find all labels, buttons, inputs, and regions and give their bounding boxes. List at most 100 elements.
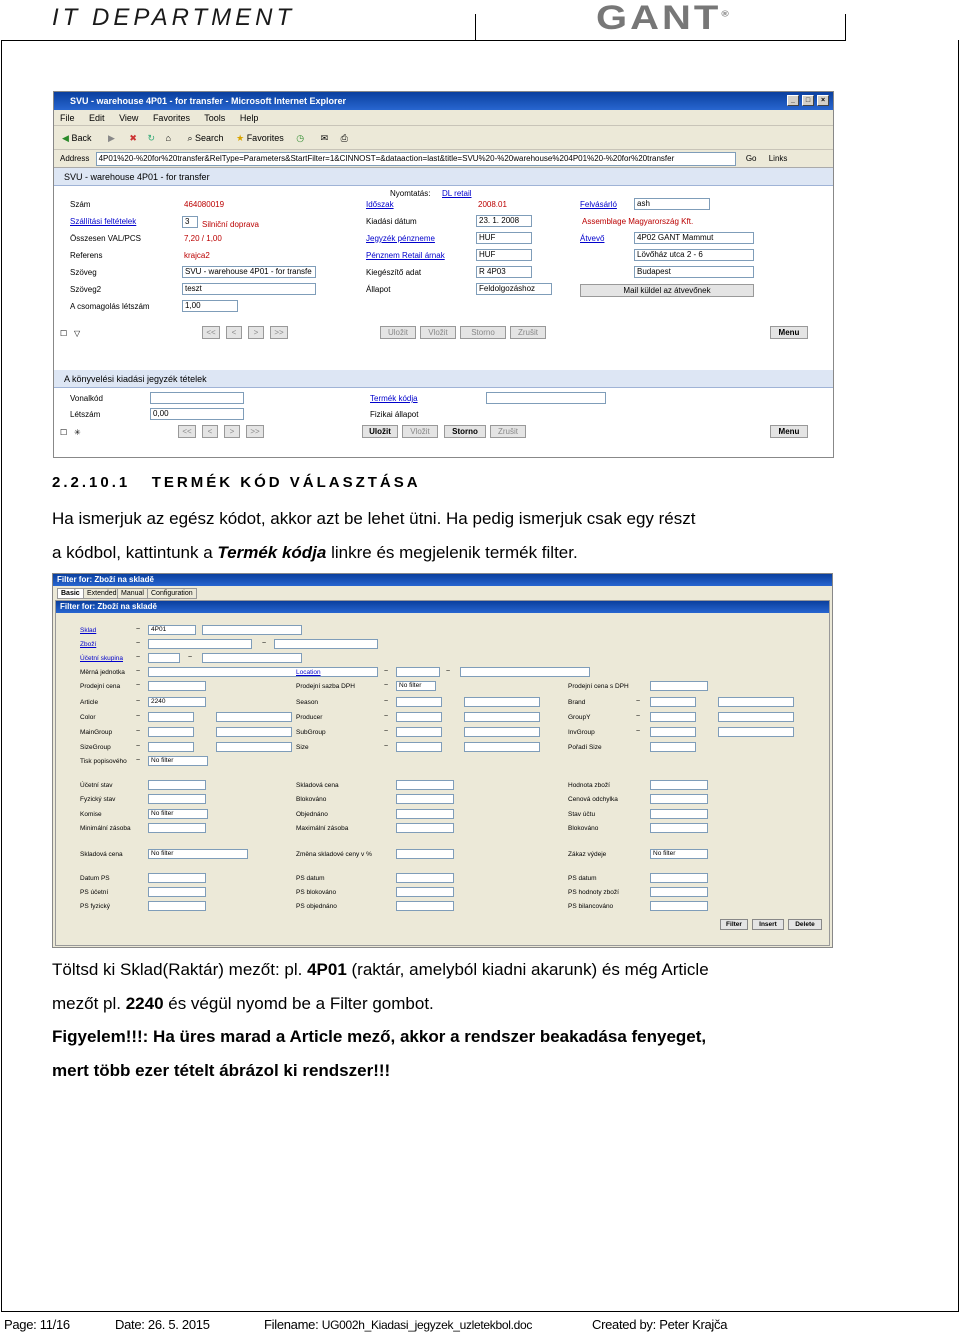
field-sklad[interactable]: 4P01 [148, 625, 196, 635]
field-objednano[interactable] [396, 809, 454, 819]
field-ps-datum[interactable] [396, 873, 454, 883]
nav-prev-button[interactable]: < [226, 326, 242, 339]
select-tisk[interactable]: No filter [148, 756, 208, 766]
link-idoszak[interactable]: Időszak [366, 200, 394, 209]
nav-first-button[interactable]: << [202, 326, 220, 339]
tab-extended[interactable]: Extended [83, 588, 121, 599]
field-cenova-odchylka[interactable] [650, 794, 708, 804]
field-blokovano-2[interactable] [650, 823, 708, 833]
save-button-2[interactable]: Uložit [362, 425, 398, 438]
field-skladova-cena-2[interactable] [396, 780, 454, 790]
field-allapot-select[interactable]: Feldolgozáshoz [476, 283, 552, 295]
address-input[interactable]: 4P01%20-%20for%20transfer&RelType=Parame… [95, 151, 736, 166]
field-producer-2[interactable] [464, 712, 540, 722]
filter-icon[interactable]: ▽ [74, 329, 80, 338]
field-felvasarlo[interactable]: ash [634, 198, 710, 210]
menu-button-2[interactable]: Menu [770, 425, 808, 438]
close-button[interactable]: × [817, 95, 829, 106]
home-icon[interactable]: ⌂ [166, 133, 171, 143]
checkbox-icon[interactable]: ☐ [60, 329, 67, 338]
field-ps-hodnoty[interactable] [650, 887, 708, 897]
stop-icon[interactable]: ✖ [129, 133, 137, 143]
field-atvevo-street[interactable]: Lövőház utca 2 - 6 [634, 249, 754, 261]
checkbox-icon-2[interactable]: ☐ [60, 428, 67, 437]
field-sklad-name[interactable] [202, 625, 302, 635]
field-ps-blokovano[interactable] [396, 887, 454, 897]
field-maingroup[interactable] [148, 727, 194, 737]
field-zbozi-2[interactable] [274, 639, 378, 649]
field-merna[interactable] [148, 667, 378, 677]
new-item-icon[interactable]: ✳ [74, 428, 81, 437]
field-size[interactable] [396, 742, 442, 752]
field-stav-uctu[interactable] [650, 809, 708, 819]
link-penznem-retail[interactable]: Pénznem Retail árnak [366, 251, 445, 260]
mail-icon[interactable]: ✉ [321, 133, 329, 143]
filter-button[interactable]: Filter [720, 919, 748, 930]
menu-edit[interactable]: Edit [89, 113, 105, 123]
nav-last-button[interactable]: >> [270, 326, 288, 339]
link-atvevo[interactable]: Átvevő [580, 234, 604, 243]
nav-first-button-2[interactable]: << [178, 425, 196, 438]
select-zakaz-vydeje[interactable]: No filter [650, 849, 708, 859]
link-termek-kodja[interactable]: Termék kódja [370, 394, 418, 403]
field-szoveg2[interactable]: teszt [182, 283, 316, 295]
back-button[interactable]: Back [71, 133, 91, 143]
field-atvevo[interactable]: 4P02 GANT Mammut [634, 232, 754, 244]
field-min-zasoba[interactable] [148, 823, 206, 833]
field-ps-objednano[interactable] [396, 901, 454, 911]
field-location-2[interactable] [460, 667, 590, 677]
field-season[interactable] [396, 697, 442, 707]
field-zbozi[interactable] [148, 639, 252, 649]
field-kiadasi-datum[interactable]: 23. 1. 2008 [476, 215, 532, 227]
delete-button[interactable]: Delete [788, 919, 822, 930]
minimize-button[interactable]: _ [787, 95, 799, 106]
field-poradi-size[interactable] [650, 742, 696, 752]
field-subgroup-2[interactable] [464, 727, 540, 737]
field-szallitasi[interactable]: 3 [182, 216, 198, 228]
field-groupy[interactable] [650, 712, 696, 722]
nav-last-button-2[interactable]: >> [246, 425, 264, 438]
field-color[interactable] [148, 712, 194, 722]
label-sklad[interactable]: Sklad [80, 627, 96, 634]
field-season-2[interactable] [464, 697, 540, 707]
field-prodejni-cena-dph[interactable] [650, 681, 708, 691]
field-atvevo-city[interactable]: Budapest [634, 266, 754, 278]
field-hodnota-zbozi[interactable] [650, 780, 708, 790]
select-skladova-cena[interactable]: No filter [148, 849, 248, 859]
storno-button-2[interactable]: Storno [444, 425, 486, 438]
tab-configuration[interactable]: Configuration [147, 588, 197, 599]
field-jegyzek-penzneme[interactable]: HUF [476, 232, 532, 244]
field-brand[interactable] [650, 697, 696, 707]
field-ps-fyzicky[interactable] [148, 901, 206, 911]
field-prodejni-cena[interactable] [148, 681, 206, 691]
field-groupy-2[interactable] [718, 712, 794, 722]
link-jegyzek-penzneme[interactable]: Jegyzék pénzneme [366, 234, 435, 243]
field-invgroup-2[interactable] [718, 727, 794, 737]
forward-icon[interactable]: ▶ [108, 133, 115, 143]
cancel-button-2[interactable]: Zrušit [490, 425, 526, 438]
field-producer[interactable] [396, 712, 442, 722]
field-brand-2[interactable] [718, 697, 794, 707]
field-szoveg[interactable]: SVU - warehouse 4P01 - for transfe [182, 266, 316, 278]
label-ucetni-skupina[interactable]: Účetní skupina [80, 655, 123, 662]
field-location[interactable] [396, 667, 440, 677]
field-blokovano[interactable] [396, 794, 454, 804]
menu-favorites[interactable]: Favorites [153, 113, 190, 123]
field-letszam[interactable]: 0,00 [150, 408, 244, 420]
field-ps-datum-2[interactable] [650, 873, 708, 883]
field-ucetni-stav[interactable] [148, 780, 206, 790]
nav-prev-button-2[interactable]: < [202, 425, 218, 438]
save-button[interactable]: Uložit [380, 326, 416, 339]
field-penznem-retail[interactable]: HUF [476, 249, 532, 261]
tab-manual[interactable]: Manual [117, 588, 148, 599]
field-kiegeszito[interactable]: R 4P03 [476, 266, 532, 278]
label-zbozi[interactable]: Zboží [80, 641, 96, 648]
storno-button[interactable]: Storno [460, 326, 506, 339]
links-button[interactable]: Links [769, 154, 788, 163]
tab-basic[interactable]: Basic [57, 588, 84, 599]
cancel-button[interactable]: Zrušit [510, 326, 546, 339]
history-icon[interactable]: ◷ [296, 133, 304, 143]
insert-button-filter[interactable]: Insert [752, 919, 784, 930]
field-ucetni-skupina-2[interactable] [202, 653, 302, 663]
field-ps-ucetni[interactable] [148, 887, 206, 897]
